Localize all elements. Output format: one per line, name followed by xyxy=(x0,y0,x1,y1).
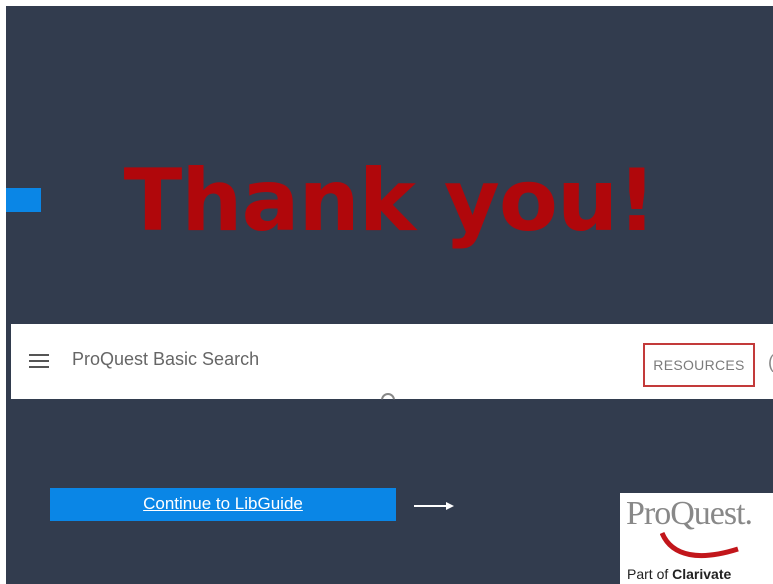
continue-libguide-button[interactable]: Continue to LibGuide xyxy=(50,488,396,521)
arrow-right-icon xyxy=(414,502,454,510)
swoosh-icon xyxy=(660,531,739,558)
spinner-icon xyxy=(381,393,395,400)
proquest-logo: ProQuest. Part of Clarivate xyxy=(620,493,773,584)
search-page-label: ProQuest Basic Search xyxy=(72,349,260,369)
cutoff-icon: ( xyxy=(768,352,773,373)
resources-button[interactable]: RESOURCES xyxy=(643,343,755,387)
search-header-screenshot: ProQuest Basic Search RESOURCES ( xyxy=(11,324,773,400)
slide: Thank you! ProQuest Basic Search RESOURC… xyxy=(6,6,773,584)
page-title: Thank you! xyxy=(123,151,657,251)
continue-libguide-link[interactable]: Continue to LibGuide xyxy=(143,494,303,513)
logo-tagline: Part of Clarivate xyxy=(627,566,732,582)
hamburger-menu-icon[interactable] xyxy=(29,354,49,368)
